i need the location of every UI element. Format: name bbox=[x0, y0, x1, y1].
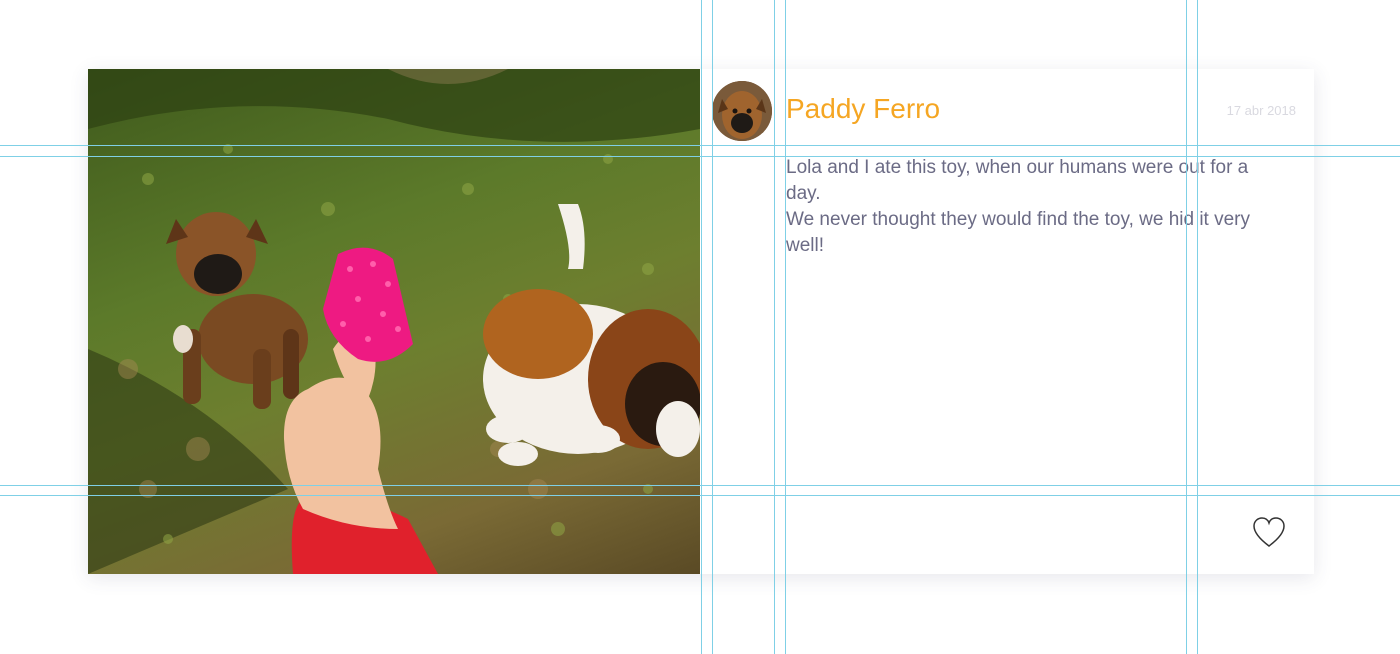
author-avatar[interactable] bbox=[712, 81, 772, 141]
guide-line-vertical bbox=[712, 0, 713, 654]
author-name[interactable]: Paddy Ferro bbox=[786, 93, 940, 125]
guide-line-horizontal bbox=[0, 156, 1400, 157]
like-button[interactable] bbox=[1252, 516, 1286, 550]
canvas: Paddy Ferro 17 abr 2018 Lola and I ate t… bbox=[0, 0, 1400, 654]
guide-line-vertical bbox=[774, 0, 775, 654]
guide-line-vertical bbox=[1186, 0, 1187, 654]
heart-outline-icon bbox=[1253, 517, 1285, 547]
guide-line-vertical bbox=[1197, 0, 1198, 654]
guide-line-horizontal bbox=[0, 145, 1400, 146]
hand-with-toy bbox=[283, 247, 438, 574]
post-body: Lola and I ate this toy, when our humans… bbox=[786, 155, 1286, 259]
guide-line-vertical bbox=[785, 0, 786, 654]
post-body-line: We never thought they would find the toy… bbox=[786, 209, 1250, 256]
guide-line-vertical bbox=[701, 0, 702, 654]
post-body-line: Lola and I ate this toy, when our humans… bbox=[786, 157, 1249, 204]
guide-line-horizontal bbox=[0, 495, 1400, 496]
boxer-avatar-icon bbox=[712, 81, 772, 141]
st-bernard-puppy bbox=[483, 204, 700, 466]
post-date: 17 abr 2018 bbox=[1226, 103, 1296, 118]
guide-line-horizontal bbox=[0, 485, 1400, 486]
boxer-dog bbox=[166, 212, 308, 409]
